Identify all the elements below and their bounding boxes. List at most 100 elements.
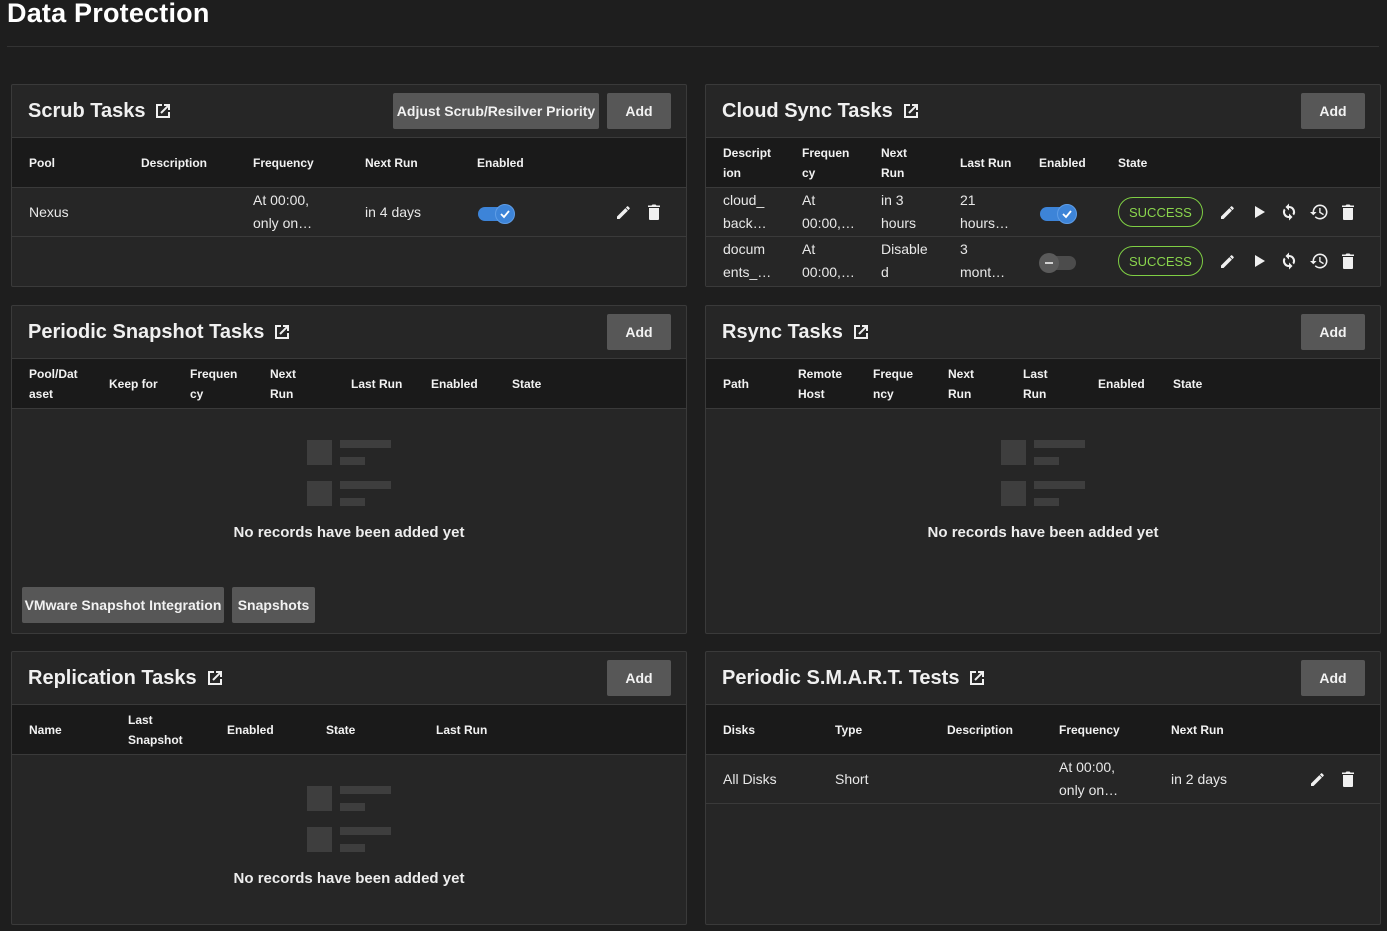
rsync-title[interactable]: Rsync Tasks (722, 321, 871, 344)
restore-history-icon[interactable] (1308, 250, 1330, 272)
replication-title[interactable]: Replication Tasks (28, 667, 225, 690)
smart-tests-card: Periodic S.M.A.R.T. Tests Add Disks Type… (705, 651, 1381, 925)
cell-frequency-line2: only on… (1059, 782, 1119, 798)
cell-line: ents_… (723, 264, 772, 280)
open-in-new-icon[interactable] (153, 101, 173, 121)
sync-icon[interactable] (1278, 250, 1300, 272)
enabled-toggle[interactable] (1040, 204, 1077, 224)
column-header-last-run[interactable]: Last Run (436, 705, 487, 755)
cell-frequency-line1: At 00:00, (1059, 759, 1116, 775)
column-header-frequency[interactable]: Frequency (1059, 705, 1120, 755)
header-line: Frequen (802, 146, 850, 160)
column-header-last-snapshot[interactable]: Last Snapshot (128, 705, 183, 755)
open-in-new-icon[interactable] (205, 668, 225, 688)
run-now-icon[interactable] (1248, 250, 1270, 272)
rsync-header: Rsync Tasks Add (706, 306, 1380, 359)
scrub-add-button[interactable]: Add (607, 93, 671, 129)
column-header-keep-for[interactable]: Keep for (109, 359, 158, 409)
open-in-new-icon[interactable] (967, 668, 987, 688)
column-header-next-run[interactable]: Next Run (365, 138, 418, 188)
column-header-description[interactable]: Description (141, 138, 207, 188)
column-header-next-run[interactable]: Next Run (881, 138, 907, 188)
column-header-enabled[interactable]: Enabled (1098, 359, 1145, 409)
edit-icon[interactable] (1217, 250, 1239, 272)
column-header-state[interactable]: State (326, 705, 355, 755)
column-header-pool-dataset[interactable]: Pool/Dat aset (29, 359, 78, 409)
delete-icon[interactable] (1337, 768, 1359, 790)
rsync-title-text: Rsync Tasks (722, 320, 843, 343)
header-line: Remote (798, 367, 843, 381)
replication-add-button[interactable]: Add (607, 660, 671, 696)
open-in-new-icon[interactable] (272, 322, 292, 342)
header-line: Freque (873, 367, 914, 381)
column-header-state[interactable]: State (1173, 359, 1202, 409)
toggle-knob (495, 204, 515, 224)
cloud-sync-add-button[interactable]: Add (1301, 93, 1365, 129)
column-header-enabled[interactable]: Enabled (431, 359, 478, 409)
scrub-tasks-title[interactable]: Scrub Tasks (28, 100, 173, 123)
snapshots-button[interactable]: Snapshots (232, 587, 315, 623)
sync-icon[interactable] (1278, 201, 1300, 223)
rsync-add-button[interactable]: Add (1301, 314, 1365, 350)
column-header-pool[interactable]: Pool (29, 138, 55, 188)
column-header-description[interactable]: Description (723, 138, 771, 188)
replication-title-text: Replication Tasks (28, 666, 197, 689)
cell-frequency: At 00:00,… (802, 237, 855, 285)
column-header-next-run[interactable]: Next Run (948, 359, 974, 409)
header-line: Pool/Dat (29, 367, 78, 381)
delete-icon[interactable] (1337, 201, 1359, 223)
open-in-new-icon[interactable] (851, 322, 871, 342)
vmware-snapshot-integration-button[interactable]: VMware Snapshot Integration (22, 587, 224, 623)
column-header-remote-host[interactable]: Remote Host (798, 359, 842, 409)
column-header-type[interactable]: Type (835, 705, 862, 755)
column-header-state[interactable]: State (512, 359, 541, 409)
column-header-frequency[interactable]: Frequency (802, 138, 849, 188)
state-badge[interactable]: SUCCESS (1118, 246, 1203, 276)
column-header-next-run[interactable]: Next Run (270, 359, 296, 409)
empty-list-icon (307, 440, 391, 506)
restore-history-icon[interactable] (1308, 201, 1330, 223)
snapshot-title[interactable]: Periodic Snapshot Tasks (28, 321, 292, 344)
table-row: cloud_ back… At 00:00,… in 3 hours 21 hours…… (706, 188, 1380, 237)
column-header-last-run[interactable]: Last Run (351, 359, 402, 409)
cell-last-run: 21 hours… (960, 188, 1009, 236)
run-now-icon[interactable] (1248, 201, 1270, 223)
snapshot-title-text: Periodic Snapshot Tasks (28, 320, 265, 343)
enabled-toggle[interactable] (1039, 253, 1076, 273)
column-header-description[interactable]: Description (947, 705, 1013, 755)
edit-icon[interactable] (1217, 201, 1239, 223)
delete-icon[interactable] (1337, 250, 1359, 272)
smart-title[interactable]: Periodic S.M.A.R.T. Tests (722, 667, 987, 690)
header-line: cy (190, 387, 204, 401)
header-line: Frequen (190, 367, 238, 381)
smart-table-header: Disks Type Description Frequency Next Ru… (706, 705, 1380, 755)
state-badge[interactable]: SUCCESS (1118, 197, 1203, 227)
edit-icon[interactable] (613, 201, 635, 223)
open-in-new-icon[interactable] (901, 101, 921, 121)
adjust-scrub-priority-button[interactable]: Adjust Scrub/Resilver Priority (393, 93, 599, 129)
snapshot-add-button[interactable]: Add (607, 314, 671, 350)
column-header-frequency[interactable]: Frequency (253, 138, 314, 188)
column-header-state[interactable]: State (1118, 138, 1147, 188)
column-header-enabled[interactable]: Enabled (477, 138, 524, 188)
smart-add-button[interactable]: Add (1301, 660, 1365, 696)
toggle-knob (1057, 204, 1077, 224)
column-header-frequency[interactable]: Frequen cy (190, 359, 237, 409)
column-header-disks[interactable]: Disks (723, 705, 755, 755)
column-header-frequency[interactable]: Frequency (873, 359, 913, 409)
column-header-last-run[interactable]: Last Run (960, 138, 1011, 188)
column-header-path[interactable]: Path (723, 359, 749, 409)
column-header-enabled[interactable]: Enabled (227, 705, 274, 755)
enabled-toggle[interactable] (478, 204, 515, 224)
cloud-sync-title[interactable]: Cloud Sync Tasks (722, 100, 921, 123)
column-header-last-run[interactable]: Last Run (1023, 359, 1048, 409)
replication-tasks-card: Replication Tasks Add Name Last Snapshot … (11, 651, 687, 925)
empty-state-message: No records have been added yet (233, 870, 465, 887)
edit-icon[interactable] (1307, 768, 1329, 790)
column-header-enabled[interactable]: Enabled (1039, 138, 1086, 188)
scrub-table-header: Pool Description Frequency Next Run Enab… (12, 138, 686, 188)
delete-icon[interactable] (643, 201, 665, 223)
column-header-next-run[interactable]: Next Run (1171, 705, 1224, 755)
column-header-name[interactable]: Name (29, 705, 62, 755)
header-line: Next (270, 367, 297, 381)
